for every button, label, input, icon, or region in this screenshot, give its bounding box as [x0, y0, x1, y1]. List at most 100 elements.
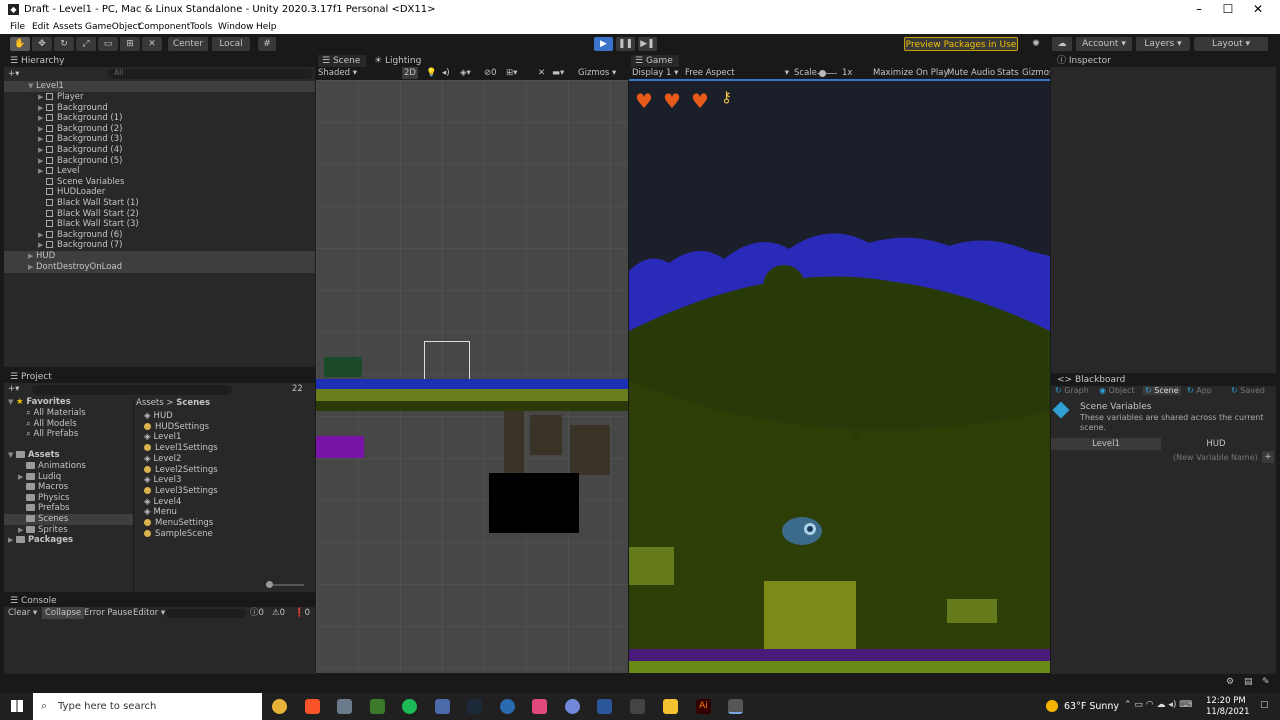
- expand-icon[interactable]: ▶: [38, 145, 46, 156]
- blackboard-tab[interactable]: <> Blackboard: [1053, 374, 1125, 386]
- game-gizmos-toggle[interactable]: Gizmos: [1022, 67, 1050, 79]
- camera-dropdown-icon[interactable]: ▬▾: [552, 67, 564, 79]
- close-icon[interactable]: ✕: [1251, 2, 1265, 16]
- mode-2d-toggle[interactable]: 2D: [402, 67, 418, 79]
- hierarchy-item[interactable]: ▶ Background (7): [4, 240, 315, 251]
- menu-tools[interactable]: Tools: [190, 22, 212, 32]
- folder-item[interactable]: ▶ Sprites: [4, 525, 133, 536]
- layers-dropdown[interactable]: Layers ▾: [1136, 37, 1190, 51]
- asset-file[interactable]: ◈ Level1: [144, 432, 314, 443]
- asset-file[interactable]: Level3Settings: [144, 486, 314, 497]
- scene-tab[interactable]: ☰ Scene: [318, 55, 366, 67]
- favorites-node[interactable]: ▼ ★ Favorites: [4, 397, 133, 408]
- asset-file[interactable]: ◈ Menu: [144, 507, 314, 518]
- hierarchy-root-hud[interactable]: ▶ HUD: [4, 251, 315, 262]
- preview-packages-button[interactable]: Preview Packages in Use ▾: [904, 37, 1018, 64]
- hierarchy-item[interactable]: ▶ Background (5): [4, 156, 315, 167]
- expand-icon[interactable]: ▶: [38, 166, 46, 177]
- hierarchy-item[interactable]: ▶ Background (4): [4, 145, 315, 156]
- grid-dropdown-icon[interactable]: ⊞▾: [506, 67, 517, 79]
- cloud-icon[interactable]: ☁: [1052, 37, 1072, 51]
- menu-gameobject[interactable]: GameObject: [85, 22, 141, 32]
- gizmos-dropdown[interactable]: Gizmos ▾: [578, 67, 616, 79]
- project-search-input[interactable]: [32, 385, 232, 395]
- console-search-input[interactable]: [166, 609, 246, 618]
- steam-icon[interactable]: [467, 699, 482, 714]
- discord-icon[interactable]: [565, 699, 580, 714]
- hierarchy-item[interactable]: ▶ Background: [4, 103, 315, 114]
- expand-icon[interactable]: ▶: [38, 103, 46, 114]
- hand-tool-icon[interactable]: ✋: [10, 37, 30, 51]
- start-icon[interactable]: [11, 700, 23, 712]
- asset-file[interactable]: HUDSettings: [144, 422, 314, 433]
- hidden-objects-toggle[interactable]: ⊘0: [484, 67, 497, 79]
- hierarchy-search-input[interactable]: All: [108, 68, 313, 79]
- hierarchy-item[interactable]: ▶ Background (1): [4, 113, 315, 124]
- pivot-center-button[interactable]: Center: [168, 37, 208, 51]
- expand-icon[interactable]: ▶: [38, 230, 46, 241]
- collapse-toggle[interactable]: Collapse: [42, 607, 85, 619]
- project-tab[interactable]: ☰ Project: [6, 371, 52, 383]
- lighting-toggle-icon[interactable]: 💡: [426, 67, 437, 79]
- app3-icon[interactable]: [532, 699, 547, 714]
- game-tab[interactable]: ☰ Game: [631, 55, 679, 67]
- lighting-tab[interactable]: ☀ Lighting: [370, 55, 421, 67]
- expand-icon[interactable]: ▶: [18, 525, 26, 536]
- taskbar-search-input[interactable]: ⌕ Type here to search: [33, 693, 262, 720]
- hierarchy-item[interactable]: ▶ Level: [4, 166, 315, 177]
- aspect-dropdown[interactable]: Free Aspect ▾: [685, 67, 789, 79]
- step-button[interactable]: ▶❚: [638, 37, 657, 51]
- add-variable-button[interactable]: +: [1262, 451, 1274, 463]
- folder-item[interactable]: Scenes: [4, 514, 133, 525]
- asset-file[interactable]: Level1Settings: [144, 443, 314, 454]
- error-pause-toggle[interactable]: Error Pause: [84, 607, 132, 619]
- effects-dropdown-icon[interactable]: ◈▾: [460, 67, 471, 79]
- clear-button[interactable]: Clear ▾: [8, 607, 37, 619]
- minimize-icon[interactable]: –: [1192, 2, 1206, 16]
- asset-file[interactable]: ◈ Level3: [144, 475, 314, 486]
- add-icon[interactable]: +▾: [8, 68, 19, 80]
- weather-text[interactable]: 63°F Sunny: [1064, 701, 1119, 712]
- custom-tool-icon[interactable]: ✕: [142, 37, 162, 51]
- clock-date[interactable]: 11/8/2021: [1206, 707, 1250, 717]
- log-count[interactable]: ⓘ0: [250, 607, 264, 619]
- tray-icons[interactable]: ⌃ ▭ ◠ ☁ ◂) ⌨: [1124, 700, 1192, 710]
- blackboard-tab-graph[interactable]: ↻ Graph: [1055, 386, 1089, 395]
- menu-component[interactable]: Component: [138, 22, 190, 32]
- blackboard-tab-app[interactable]: ↻ App: [1187, 386, 1212, 395]
- inspector-tab[interactable]: ⓘ Inspector: [1053, 55, 1111, 67]
- breadcrumb-current[interactable]: Scenes: [176, 398, 210, 408]
- layout-dropdown[interactable]: Layout ▾: [1194, 37, 1268, 51]
- file-explorer-icon[interactable]: [663, 699, 678, 714]
- hierarchy-item[interactable]: HUDLoader: [4, 187, 315, 198]
- blackboard-tab-saved[interactable]: ↻ Saved: [1231, 386, 1265, 395]
- scene-tab-hud[interactable]: HUD: [1161, 438, 1271, 450]
- hierarchy-scene-row[interactable]: ▼ Level1: [4, 81, 315, 92]
- folder-item[interactable]: ▶ Ludiq: [4, 472, 133, 483]
- shading-mode-dropdown[interactable]: Shaded ▾: [318, 67, 357, 79]
- folder-item[interactable]: Macros: [4, 482, 133, 493]
- zoom-slider[interactable]: [266, 581, 304, 588]
- warning-count[interactable]: ⚠0: [272, 607, 285, 619]
- hierarchy-item[interactable]: ▶ Background (3): [4, 134, 315, 145]
- asset-file[interactable]: SampleScene: [144, 529, 314, 540]
- illustrator-icon[interactable]: Ai: [696, 699, 711, 714]
- asset-file[interactable]: ◈ Level4: [144, 497, 314, 508]
- new-variable-input[interactable]: (New Variable Name): [1173, 452, 1258, 464]
- hierarchy-tab[interactable]: ☰ Hierarchy: [6, 55, 64, 67]
- app-icon[interactable]: [337, 699, 352, 714]
- move-tool-icon[interactable]: ✥: [32, 37, 52, 51]
- network-app-icon[interactable]: [435, 699, 450, 714]
- scale-tool-icon[interactable]: ⤢: [76, 37, 96, 51]
- spotify-icon[interactable]: [402, 699, 417, 714]
- editor-dropdown[interactable]: Editor ▾: [133, 607, 165, 619]
- mute-audio-toggle[interactable]: Mute Audio: [947, 67, 995, 79]
- app2-icon[interactable]: [500, 699, 515, 714]
- blackboard-tab-scene[interactable]: ↻ Scene: [1143, 386, 1181, 395]
- pivot-local-button[interactable]: Local: [212, 37, 250, 51]
- unity-icon[interactable]: [728, 699, 743, 714]
- hierarchy-item[interactable]: ▶ Player: [4, 92, 315, 103]
- maximize-on-play-toggle[interactable]: Maximize On Play: [873, 67, 948, 79]
- menu-assets[interactable]: Assets: [53, 22, 82, 32]
- menu-edit[interactable]: Edit: [32, 22, 49, 32]
